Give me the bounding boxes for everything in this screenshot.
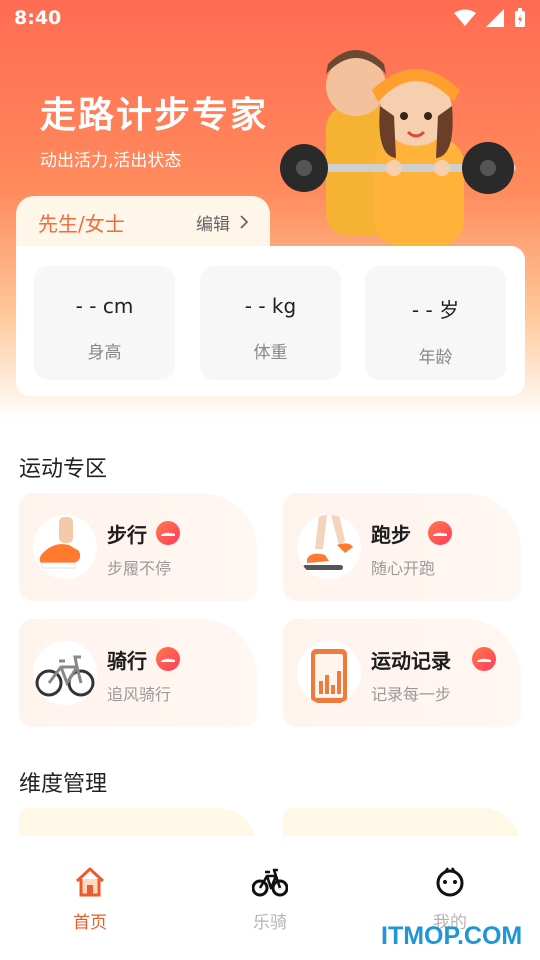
signal-icon [486,9,504,27]
sport-desc: 步履不停 [107,559,172,578]
weight-value: - - kg [244,294,297,318]
running-legs-icon [297,515,361,579]
tab-home-label: 首页 [73,913,107,933]
walking-shoe-icon [33,515,97,579]
status-time: 8:40 [14,7,62,29]
app-subtitle: 动出活力,活出状态 [40,151,182,171]
sport-desc: 记录每一步 [371,685,452,704]
shoe-badge-icon [156,647,180,671]
sport-card-records[interactable]: 运动记录 记录每一步 [283,619,521,727]
sport-card-walking[interactable]: 步行 步履不停 [19,493,257,601]
tab-home[interactable]: 首页 [40,866,140,933]
bicycle-icon [33,641,97,705]
edit-label: 编辑 [196,214,230,235]
age-value: - - 岁 [411,298,460,322]
sport-card-cycling[interactable]: 骑行 追风骑行 [19,619,257,727]
height-label: 身高 [87,343,122,363]
face-icon [436,867,464,897]
tab-ride-label: 乐骑 [253,913,287,933]
fitness-couple-illustration [280,50,516,246]
weight-label: 体重 [253,343,288,363]
sport-name: 跑步 [371,523,411,547]
status-bar: 8:40 [0,0,540,36]
shoe-badge-icon [156,521,180,545]
battery-icon [515,8,525,27]
phone-stats-icon [297,641,361,705]
bike-icon [252,868,288,897]
sport-desc: 追风骑行 [107,685,172,704]
watermark: ITMOP.COM [381,922,523,950]
status-icons [454,8,526,28]
weight-stat[interactable]: - - kg 体重 [200,266,341,380]
header: 走路计步专家 动出活力,活出状态 [40,86,268,171]
height-stat[interactable]: - - cm 身高 [34,266,175,380]
sport-name: 运动记录 [371,649,451,673]
dimension-section-title: 维度管理 [19,772,108,797]
sport-name: 步行 [107,523,147,547]
tab-ride[interactable]: 乐骑 [220,866,320,933]
home-icon [75,867,105,897]
shoe-badge-icon [472,647,496,671]
profile-name: 先生/女士 [38,211,125,236]
sport-name: 骑行 [107,649,147,673]
age-stat[interactable]: - - 岁 年龄 [365,266,506,380]
app-title: 走路计步专家 [40,95,269,136]
shoe-badge-icon [428,521,452,545]
sport-card-running[interactable]: 跑步 随心开跑 [283,493,521,601]
profile-header: 先生/女士 编辑 [16,196,270,248]
edit-profile-button[interactable]: 编辑 [196,210,248,235]
wifi-icon [454,9,476,26]
age-label: 年龄 [418,348,453,368]
sport-desc: 随心开跑 [371,559,436,578]
sports-section-title: 运动专区 [19,457,108,482]
height-value: - - cm [75,294,134,318]
profile-stats-card: - - cm 身高 - - kg 体重 - - 岁 年龄 [16,246,525,396]
chevron-right-icon [240,215,248,229]
